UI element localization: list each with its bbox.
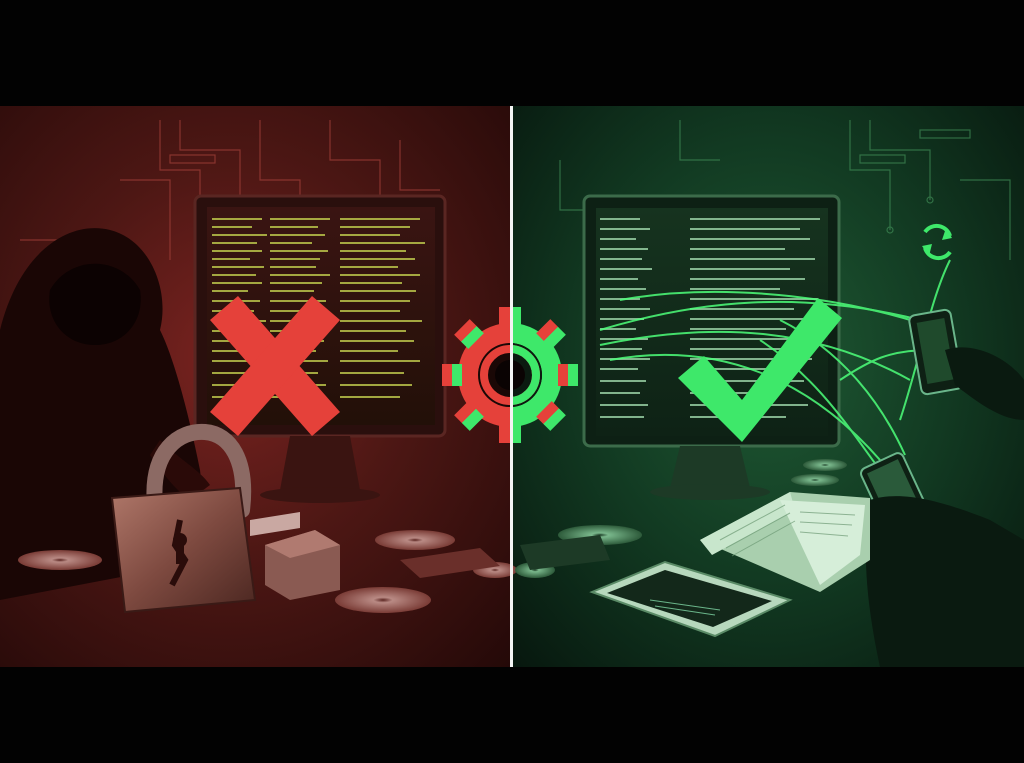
smartphone-upper — [908, 308, 1024, 420]
refresh-icon — [922, 223, 952, 261]
tablet-device — [589, 560, 793, 638]
panel-divider — [510, 106, 513, 667]
open-book — [700, 492, 870, 592]
smartphone-lower — [860, 452, 1024, 667]
